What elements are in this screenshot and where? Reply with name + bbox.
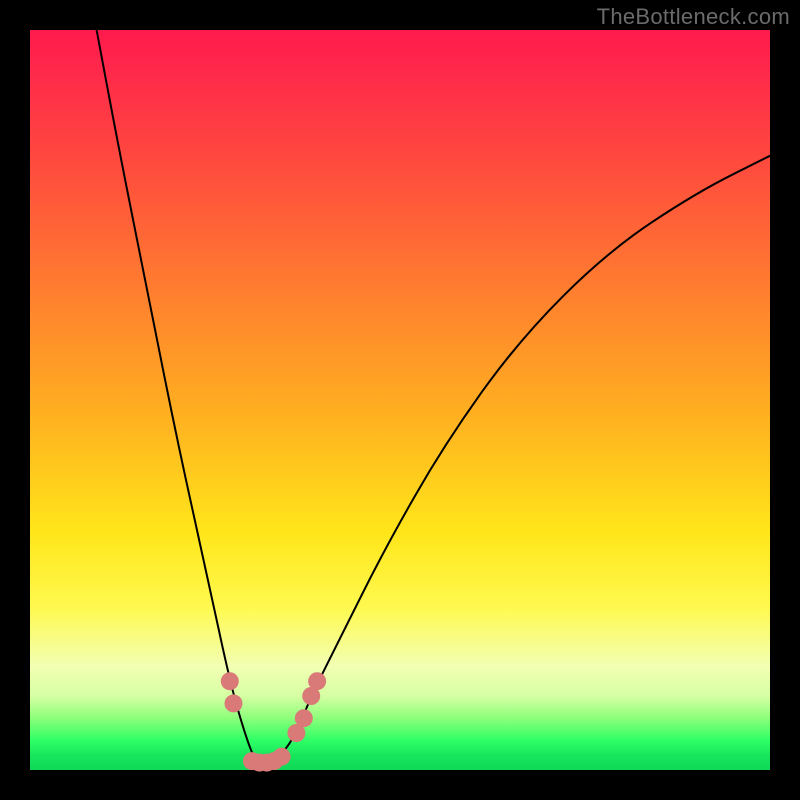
marker-dot [295, 709, 313, 727]
chart-frame: TheBottleneck.com [0, 0, 800, 800]
plot-area [30, 30, 770, 770]
curve-layer [30, 30, 770, 770]
optimal-range-markers [221, 672, 326, 771]
bottleneck-curve [97, 30, 770, 763]
marker-dot [308, 672, 326, 690]
marker-dot [221, 672, 239, 690]
marker-dot [273, 748, 291, 766]
marker-dot [225, 694, 243, 712]
watermark-text: TheBottleneck.com [597, 4, 790, 30]
